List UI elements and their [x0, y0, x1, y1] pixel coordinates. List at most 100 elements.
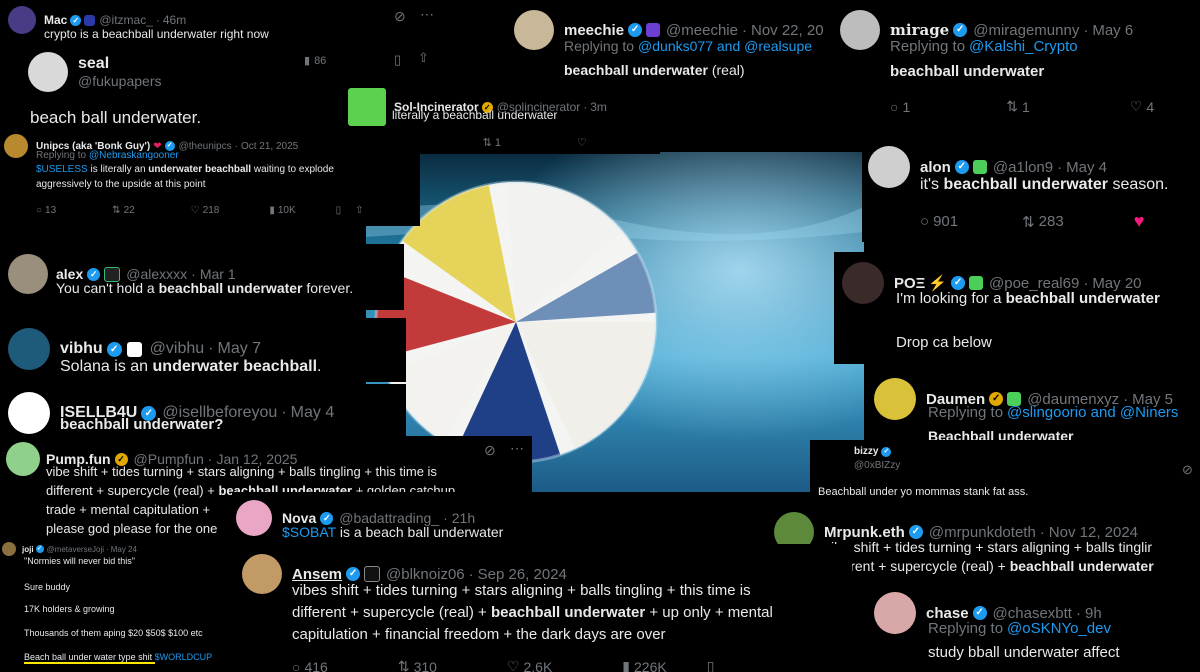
like-icon[interactable]: ♡ — [507, 658, 520, 672]
author-name[interactable]: seal — [78, 55, 161, 73]
author-name[interactable]: joji — [22, 545, 34, 554]
author-handle[interactable]: @blknoiz06 — [386, 566, 465, 583]
author-handle[interactable]: @itzmac_ — [99, 13, 153, 27]
author-name[interactable]: POΞ — [894, 275, 925, 292]
reply-icon[interactable]: ○ — [920, 213, 929, 230]
like-icon[interactable]: ♡ — [577, 136, 587, 149]
tweet-mirage[interactable]: mirage ✓ @miragemunny · May 6 Replying t… — [834, 0, 1200, 130]
tweet-poe[interactable]: POΞ ⚡ ✓ @poe_real69 · May 20 I'm looking… — [834, 252, 1200, 364]
tweet-bizzy[interactable]: bizzy ✓ @0xBIZzy ⊘ Beachball under yo mo… — [810, 440, 1200, 506]
repost-icon[interactable]: ⇅ — [1022, 213, 1035, 231]
tweet-nova[interactable]: Nova ✓ @badattrading_ · 21h $SOBAT is a … — [232, 492, 542, 544]
timestamp[interactable]: Oct 21, 2025 — [241, 141, 298, 152]
more-icon[interactable]: ⋯ — [510, 440, 524, 457]
reply-to-link[interactable]: @Kalshi_Crypto — [969, 38, 1078, 55]
avatar[interactable] — [2, 542, 16, 556]
timestamp[interactable]: May 6 — [1092, 22, 1133, 39]
grok-icon[interactable]: ⊘ — [484, 442, 496, 459]
tweet-alex[interactable]: alex ✓ @alexxxx · Mar 1 You can't hold a… — [0, 244, 404, 310]
repost-icon[interactable]: ⇅ — [483, 136, 492, 149]
share-icon[interactable]: ⇧ — [418, 50, 429, 66]
timestamp[interactable]: May 4 — [1066, 159, 1107, 176]
author-name[interactable]: Mrpunk.eth — [824, 524, 905, 541]
author-handle[interactable]: @theunipcs — [179, 141, 232, 152]
cashtag[interactable]: $WORLDCUP — [155, 652, 213, 662]
timestamp[interactable]: 9h — [1085, 605, 1102, 622]
avatar[interactable] — [514, 10, 554, 50]
tweet-alon[interactable]: alon ✓ @a1lon9 · May 4 it's beachball un… — [862, 136, 1200, 242]
reply-to-link[interactable]: @slingoorio and @Niners — [1007, 404, 1178, 421]
reply-icon[interactable]: ○ — [890, 99, 898, 115]
share-icon[interactable]: ⇧ — [355, 205, 363, 216]
avatar[interactable] — [242, 554, 282, 594]
timestamp[interactable]: Nov 12, 2024 — [1049, 524, 1138, 541]
avatar[interactable] — [8, 6, 36, 34]
author-handle[interactable]: @mrpunkdoteth — [929, 524, 1036, 541]
tweet-seal[interactable]: seal @fukupapers ▮ 86 beach ball underwa… — [20, 44, 340, 134]
author-name[interactable]: alon — [920, 159, 951, 176]
author-handle[interactable]: @miragemunny — [973, 22, 1079, 39]
bookmark-icon[interactable]: ▯ — [707, 658, 715, 672]
avatar[interactable] — [8, 328, 50, 370]
author-handle[interactable]: @0xBIZzy — [854, 460, 900, 471]
avatar[interactable] — [874, 592, 916, 634]
timestamp[interactable]: 3m — [590, 100, 607, 114]
avatar[interactable] — [6, 442, 40, 476]
repost-icon[interactable]: ⇅ — [398, 658, 410, 672]
timestamp[interactable]: May 7 — [218, 340, 262, 358]
reply-icon[interactable]: ○ — [36, 205, 42, 216]
author-name[interactable]: chase — [926, 605, 969, 622]
timestamp[interactable]: Sep 26, 2024 — [478, 566, 567, 583]
author-name[interactable]: mirage — [890, 21, 949, 39]
views-icon[interactable]: ▮ — [304, 54, 310, 67]
views-icon[interactable]: ▮ — [622, 658, 630, 672]
views-icon[interactable]: ▮ — [269, 205, 275, 216]
avatar[interactable] — [868, 146, 910, 188]
author-name[interactable]: meechie — [564, 22, 624, 39]
author-handle[interactable]: @vibhu — [150, 340, 205, 358]
tweet-meechie[interactable]: meechie ✓ @meechie · Nov 22, 20 Replying… — [508, 0, 834, 84]
tweet-joji[interactable]: joji ✓ @metaverseJoji · May 24 "Normies … — [0, 538, 230, 672]
like-icon[interactable]: ♡ — [1130, 98, 1143, 115]
author-handle[interactable]: @fukupapers — [78, 73, 161, 89]
reply-icon[interactable]: ○ — [292, 659, 300, 672]
author-handle[interactable]: @meechie — [666, 22, 738, 39]
tweet-ansem[interactable]: Ansem ✓ @blknoiz06 · Sep 26, 2024 vibes … — [232, 544, 852, 672]
reply-to-link[interactable]: @dunks077 and @realsupe — [638, 38, 812, 54]
avatar[interactable] — [840, 10, 880, 50]
timestamp[interactable]: May 4 — [291, 404, 335, 422]
cashtag[interactable]: $USELESS — [36, 164, 88, 175]
like-icon[interactable]: ♥ — [1134, 211, 1145, 232]
avatar[interactable] — [8, 254, 48, 294]
reply-to-link[interactable]: @Nebraskangooner — [89, 150, 179, 161]
more-icon[interactable]: ⋯ — [420, 6, 434, 23]
author-name[interactable]: vibhu — [60, 340, 103, 358]
bookmark-icon[interactable]: ▯ — [336, 205, 342, 216]
author-handle[interactable]: @chasexbtt — [993, 605, 1072, 622]
timestamp[interactable]: May 20 — [1092, 275, 1141, 292]
author-name[interactable]: Mac — [44, 13, 67, 27]
bookmark-icon[interactable]: ▯ — [394, 52, 401, 68]
avatar[interactable] — [348, 88, 386, 126]
tweet-chase[interactable]: chase ✓ @chasexbtt · 9h Replying to @oSK… — [866, 584, 1200, 672]
timestamp[interactable]: 46m — [163, 13, 186, 27]
avatar[interactable] — [8, 392, 50, 434]
author-handle[interactable]: @metaverseJoji — [47, 545, 104, 554]
tweet-vibhu[interactable]: vibhu ✓ @vibhu · May 7 Solana is an unde… — [0, 318, 406, 382]
avatar[interactable] — [874, 378, 916, 420]
author-handle[interactable]: @poe_real69 — [989, 275, 1079, 292]
tweet-unipcs[interactable]: Unipcs (aka 'Bonk Guy') ❤ ✓ @theunipcs ·… — [0, 128, 420, 226]
tweet-daumen[interactable]: Daumen ✓ @daumenxyz · May 5 Replying to … — [866, 370, 1200, 446]
timestamp[interactable]: May 24 — [111, 545, 137, 554]
grok-icon[interactable]: ⊘ — [394, 8, 406, 25]
grok-icon[interactable]: ⊘ — [1182, 462, 1193, 478]
author-name[interactable]: bizzy — [854, 446, 878, 457]
timestamp[interactable]: Nov 22, 20 — [751, 22, 824, 39]
avatar[interactable] — [4, 134, 28, 158]
tweet-isellb4u[interactable]: ISELLB4U ✓ @isellbeforeyou · May 4 beach… — [0, 384, 406, 442]
avatar[interactable] — [842, 262, 884, 304]
reply-to-link[interactable]: @oSKNYo_dev — [1007, 620, 1111, 637]
author-name[interactable]: Ansem — [292, 566, 342, 583]
repost-icon[interactable]: ⇅ — [112, 205, 120, 216]
repost-icon[interactable]: ⇅ — [1006, 98, 1018, 115]
